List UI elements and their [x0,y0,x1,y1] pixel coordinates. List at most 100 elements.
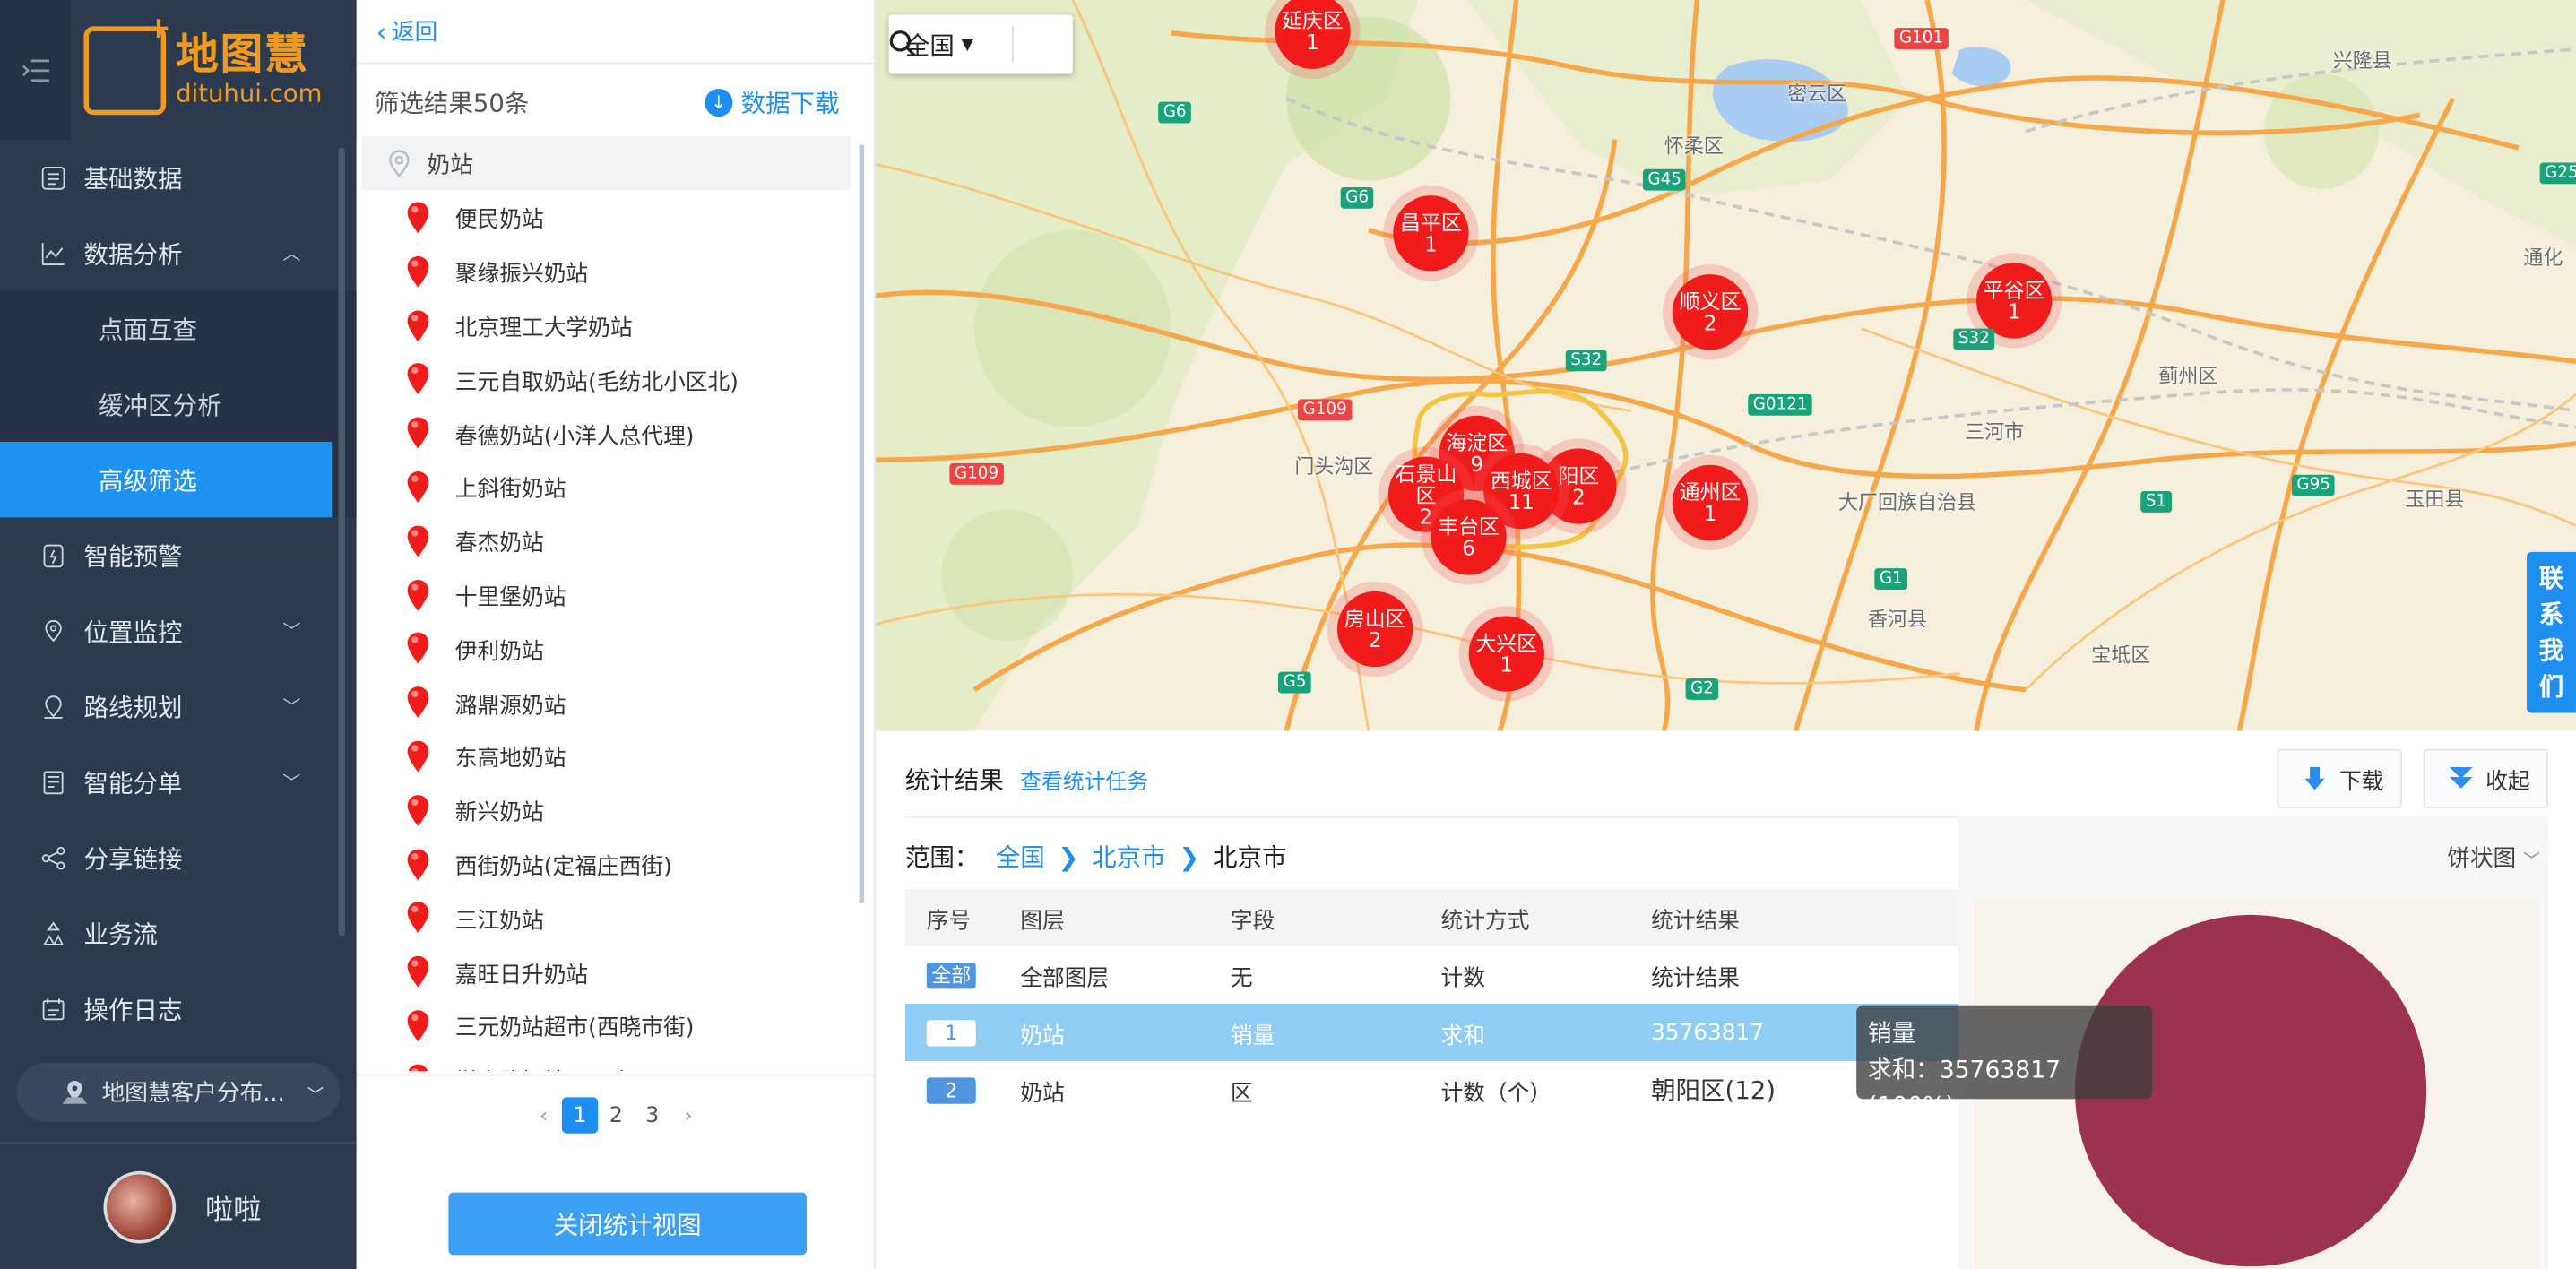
list-item[interactable]: 北京理工大学奶站 [357,298,858,352]
nav-item-share-link[interactable]: 分享链接 [0,820,357,895]
nav-item-label: 数据分析 [83,238,183,269]
contact-char: 我 [2538,635,2564,666]
layer-cell: 奶站 [1020,1080,1065,1107]
breadcrumb-item[interactable]: 北京市 [1092,840,1166,874]
red-marker-icon [407,956,429,988]
layer-group-header[interactable]: 奶站 [361,136,851,191]
nav-item-basic-data[interactable]: 基础数据 [0,140,357,215]
page-button[interactable]: 2 [598,1097,634,1133]
table-row[interactable]: 2 奶站 区 计数（个） 朝阳区(12) [905,1061,1958,1118]
layer-cell: 全部图层 [1020,964,1110,992]
cluster-marker[interactable]: 丰台区 6 [1421,489,1517,585]
nav-subitem-buffer[interactable]: 缓冲区分析 [0,367,357,442]
list-item[interactable]: 聚缘振兴奶站 [357,245,858,298]
nav-item-workflow[interactable]: 业务流 [0,895,357,971]
map-view[interactable]: 延庆区 1 昌平区 1 顺义区 2 平谷区 1 海淀区 9 阳区 2 西城区 11 石景山区 2 丰台区 6 通州区… [875,0,2576,731]
download-label: 下载 [2339,768,2384,796]
list-item[interactable]: 上斜街奶站 [357,460,858,514]
workspace-selector[interactable]: 地图慧客户分布... ﹀ [16,1062,341,1122]
nav-subitem-advanced-filter[interactable]: 高级筛选 [0,442,333,518]
data-download-button[interactable]: ↓ 数据下载 [705,85,840,119]
cluster-name: 通州区 [1679,479,1742,505]
list-item-label: 三元自取奶站(毛纺北小区北) [454,369,739,396]
cluster-marker[interactable]: 大兴区 1 [1458,606,1554,702]
stats-download-button[interactable]: 下载 [2277,748,2402,808]
list-item[interactable]: 便民奶站 [357,191,858,245]
nav-item-route-plan[interactable]: 路线规划 ﹀ [0,669,357,744]
map-place-label: 大厂回族自治县 [1838,491,1977,514]
red-marker-icon [407,686,429,719]
list-item[interactable]: 潞鼎源奶站 [357,676,858,729]
stats-collapse-button[interactable]: 收起 [2423,748,2548,808]
red-marker-icon [407,633,429,665]
nav-item-smart-dispatch[interactable]: 智能分单 ﹀ [0,744,357,819]
table-row[interactable]: 全部 全部图层 无 计数 统计结果 [905,946,1958,1004]
back-label: 返回 [391,19,438,47]
list-item[interactable]: 春杰奶站 [357,514,858,567]
user-area[interactable]: 啦啦 [0,1141,357,1269]
row-tag: 1 [926,1019,976,1046]
cluster-core: 平谷区 1 [1975,263,2053,339]
analysis-icon [39,240,65,266]
list-item[interactable]: 东高地奶站 [357,729,858,783]
download-icon: ↓ [705,88,733,117]
list-scrollbar[interactable] [859,144,865,904]
list-item[interactable]: 嘉旺日升奶站 [357,945,858,998]
contact-us-tab[interactable]: 联 系 我 们 [2527,551,2576,713]
cluster-name: 平谷区 [1983,277,2045,303]
list-item-label: 増光路奶站三元食品 [455,1063,655,1071]
prev-page-button[interactable]: ‹ [526,1097,562,1133]
cluster-marker[interactable]: 昌平区 1 [1383,186,1479,281]
brand-logo[interactable]: 地图慧 dituhui.com [70,0,357,140]
divider [356,1074,876,1076]
breadcrumb-item[interactable]: 全国 [996,840,1045,874]
next-page-button[interactable]: › [670,1097,706,1133]
chart-type-selector[interactable]: 饼状图 ﹀ [2447,841,2539,874]
avatar[interactable] [103,1170,177,1243]
nav-subitem-point-area[interactable]: 点面互查 [0,290,357,366]
brand-domain: dituhui.com [176,78,323,108]
cluster-count: 1 [1424,231,1438,256]
list-item[interactable]: 三元奶站超市(西晓市街) [357,998,858,1052]
download-arrow-icon [2304,766,2325,790]
region-search-box[interactable]: 全国 ▼ [888,14,1073,74]
list-item[interactable]: 春德奶站(小洋人总代理) [357,406,858,460]
list-item-label: 东高地奶站 [454,746,566,773]
row-tag: 2 [926,1076,976,1103]
close-stats-view-button[interactable]: 关闭统计视图 [448,1192,807,1256]
menu-toggle-button[interactable] [0,0,71,140]
view-stats-task-link[interactable]: 查看统计任务 [1020,764,1148,795]
sidebar-nav: 基础数据 数据分析 ︿ 点面互查 缓冲区分析 高级筛选 智能预警 位置监控 ﹀ [0,140,357,1047]
cluster-count: 2 [1572,484,1586,510]
nav-item-data-analysis[interactable]: 数据分析 ︿ [0,215,357,290]
tooltip-value: 求和：35763817 (100%) [1868,1058,2062,1121]
cluster-marker[interactable]: 房山区 2 [1327,581,1423,678]
list-item[interactable]: 西街奶站(定福庄西街) [357,837,858,891]
cluster-marker[interactable]: 顺义区 2 [1662,264,1759,360]
road-shield: G6 [1158,101,1192,124]
nav-item-smart-alert[interactable]: 智能预警 [0,517,357,592]
menu-collapse-icon [22,58,49,82]
search-icon[interactable] [889,30,917,57]
table-row-selected[interactable]: 1 奶站 销量 求和 35763817 [904,1003,1958,1062]
back-link[interactable]: ‹ 返回 [376,13,438,49]
cluster-core: 丰台区 6 [1431,499,1507,575]
road-shield: S1 [2140,491,2172,513]
brand-name: 地图慧 [176,30,309,80]
list-item[interactable]: 十里堡奶站 [357,567,858,621]
page-button[interactable]: 3 [634,1097,670,1133]
range-breadcrumb: 范围： 全国 ❯ 北京市 ❯ 北京市 [905,840,1287,874]
list-item[interactable]: 増光路奶站三元食品 [357,1052,858,1072]
list-item-label: 新兴奶站 [454,799,544,827]
nav-item-operation-log[interactable]: 操作日志 [0,971,357,1046]
list-item[interactable]: 新兴奶站 [357,783,858,837]
list-item[interactable]: 三元自取奶站(毛纺北小区北) [357,352,858,406]
red-marker-icon [407,1010,429,1041]
sidebar-scrollbar[interactable] [338,147,345,937]
list-item[interactable]: 三江奶站 [357,891,858,945]
location-pin-icon [389,150,410,177]
list-item[interactable]: 伊利奶站 [357,622,858,676]
nav-item-location-monitor[interactable]: 位置监控 ﹀ [0,593,357,669]
page-button[interactable]: 1 [561,1097,599,1134]
cluster-marker[interactable]: 通州区 1 [1662,454,1759,551]
